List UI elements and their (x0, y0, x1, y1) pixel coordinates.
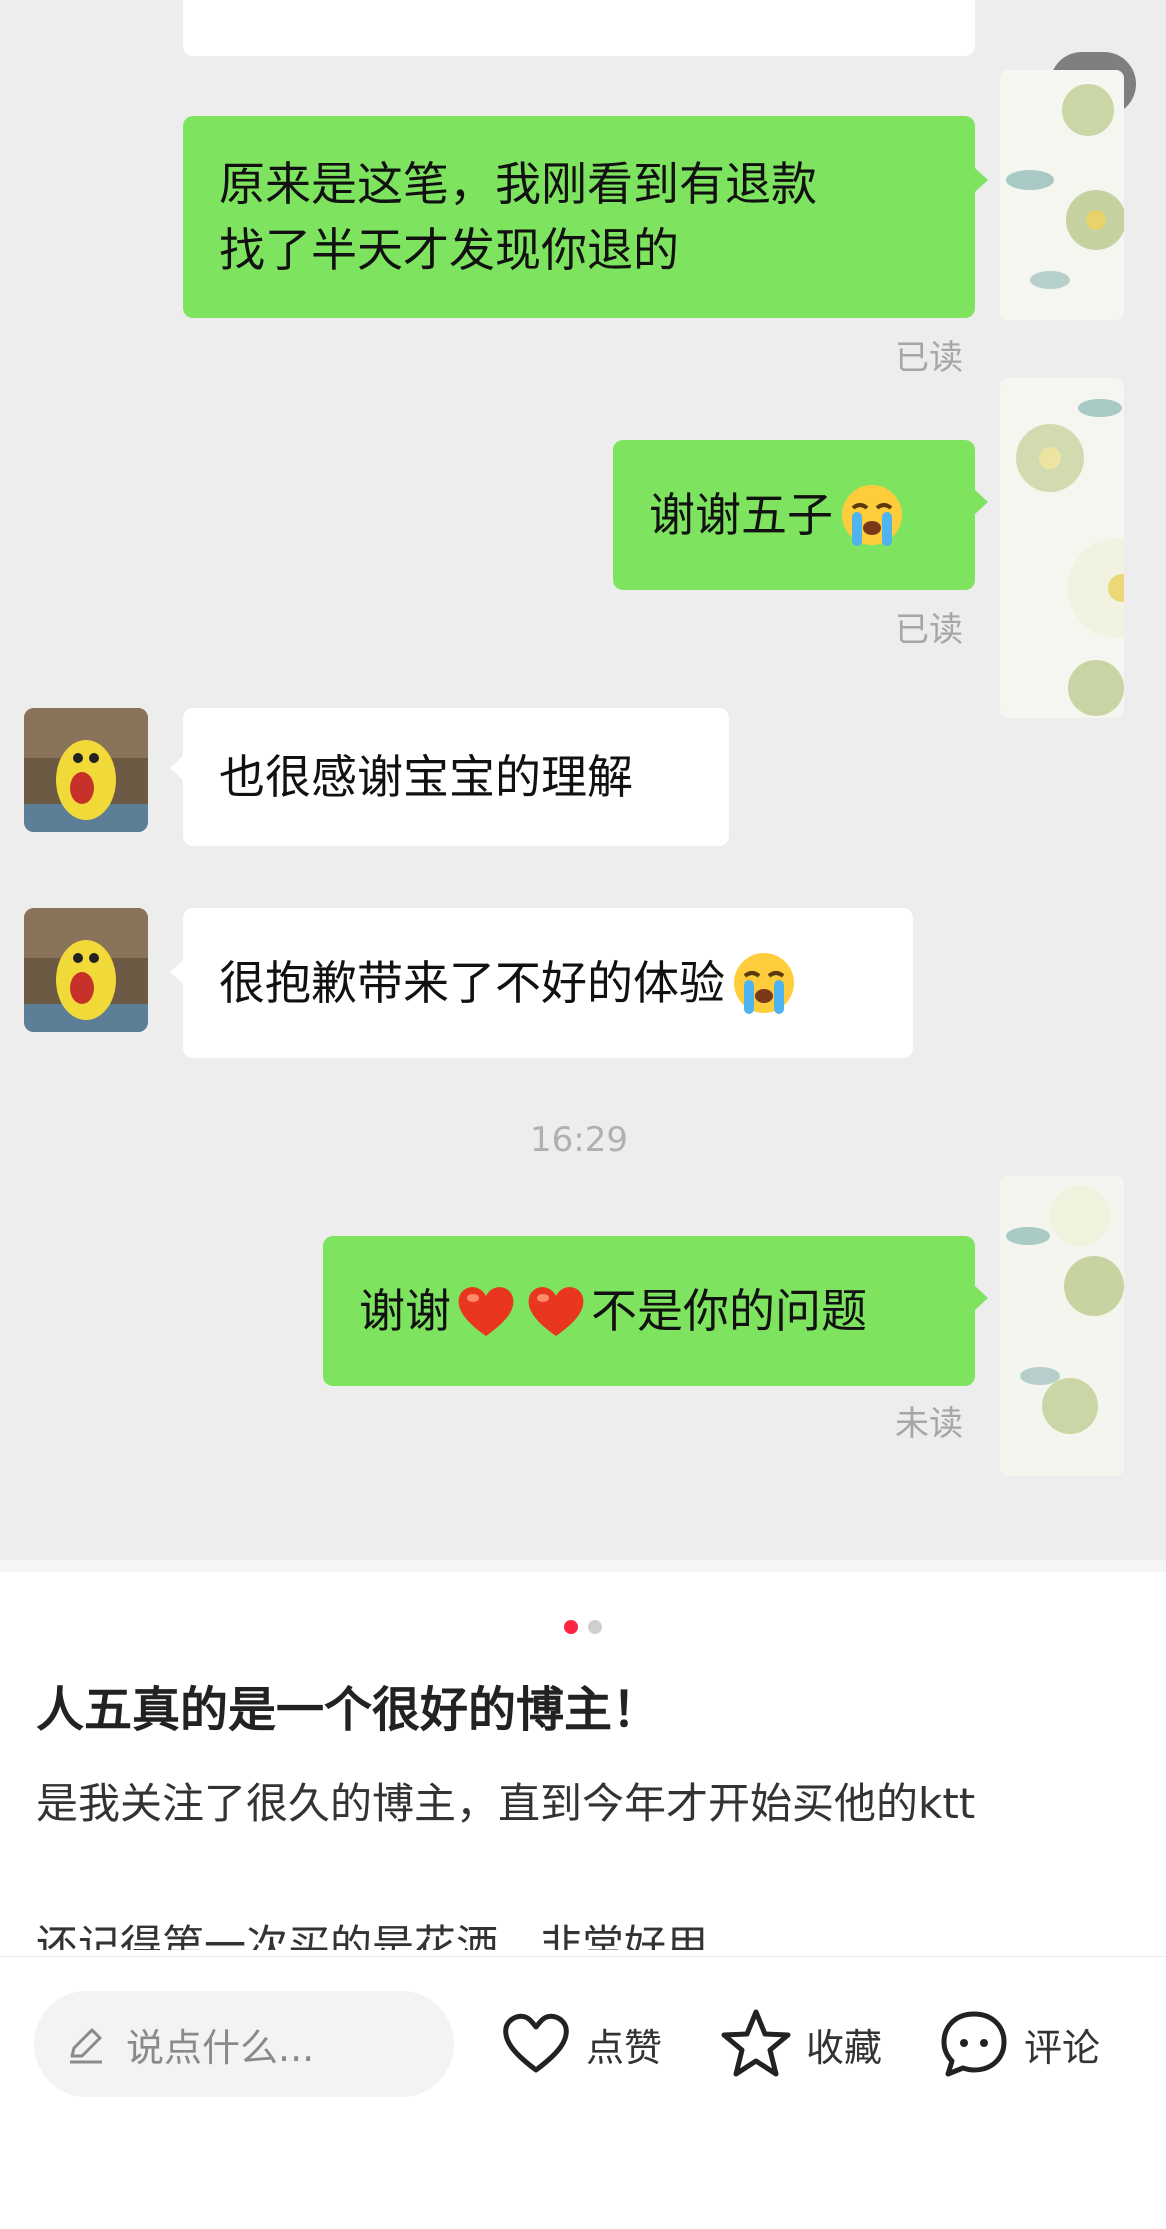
comment-button[interactable]: 评论 (936, 1999, 1100, 2089)
message-line: 原来是这笔，我刚看到有退款 (219, 157, 817, 211)
crying-face-icon (734, 953, 794, 1014)
message-line: 找了半天才发现你退的 (219, 223, 679, 277)
read-status: 已读 (895, 338, 963, 378)
crying-face-icon (842, 485, 902, 546)
received-message-bubble: 很抱歉带来了不好的体验 (183, 908, 913, 1058)
like-button[interactable]: 点赞 (498, 1999, 662, 2089)
post-body-line: 是我关注了很久的博主，直到今年才开始买他的ktt (36, 1779, 976, 1828)
unread-status: 未读 (895, 1404, 963, 1444)
read-status: 已读 (895, 610, 963, 650)
bubble-tail (170, 960, 183, 984)
previous-message-bubble (183, 0, 975, 56)
sent-message-bubble: 谢谢五子 (613, 440, 975, 590)
red-heart-icon (528, 1287, 584, 1336)
post-body-line: 还记得第一次买的是花洒，非常好用 (36, 1921, 709, 1950)
bubble-tail (170, 756, 183, 780)
contact-avatar (24, 708, 148, 832)
message-timestamp: 16:29 (530, 1120, 628, 1160)
received-message-bubble: 也很感谢宝宝的理解 (183, 708, 729, 846)
my-avatar (1000, 378, 1124, 718)
collect-button[interactable]: 收藏 (718, 1999, 882, 2089)
bottom-edge-strip (0, 1560, 1166, 1572)
message-text: 也很感谢宝宝的理解 (219, 750, 633, 804)
star-outline-icon (721, 2009, 791, 2077)
my-avatar (1000, 70, 1124, 320)
comment-placeholder: 说点什么... (126, 2025, 315, 2070)
red-heart-icon (458, 1287, 514, 1336)
bubble-tail (975, 168, 988, 192)
message-text: 不是你的问题 (591, 1284, 867, 1338)
comment-label: 评论 (1024, 2025, 1101, 2070)
chat-bubble-icon (941, 2011, 1007, 2077)
carousel-dot[interactable] (588, 1620, 602, 1634)
bottom-action-bar: 说点什么... 点赞 收藏 评论 (0, 1956, 1166, 2229)
carousel-dots[interactable] (0, 1620, 1166, 1634)
bubble-tail (975, 1286, 988, 1310)
like-label: 点赞 (586, 2025, 663, 2070)
pencil-icon (70, 2028, 102, 2064)
message-text: 谢谢五子 (649, 488, 833, 542)
my-avatar (1000, 1176, 1124, 1476)
sent-message-bubble: 原来是这笔，我刚看到有退款 找了半天才发现你退的 (183, 116, 975, 318)
carousel-dot-active[interactable] (564, 1620, 578, 1634)
message-text: 很抱歉带来了不好的体验 (219, 956, 725, 1010)
chat-screenshot: 1/2 原来是这笔，我刚看到有退款 找了半天才发现你退的 已读 谢谢五 (0, 0, 1166, 1572)
post-title: 人五真的是一个很好的博主！ (36, 1682, 661, 1738)
message-text: 谢谢 (359, 1284, 451, 1338)
heart-outline-icon (503, 2013, 569, 2073)
contact-avatar (24, 908, 148, 1032)
sent-message-bubble: 谢谢 不是你的问题 (323, 1236, 975, 1386)
bubble-tail (975, 490, 988, 514)
comment-input[interactable]: 说点什么... (34, 1991, 454, 2097)
collect-label: 收藏 (806, 2025, 883, 2070)
